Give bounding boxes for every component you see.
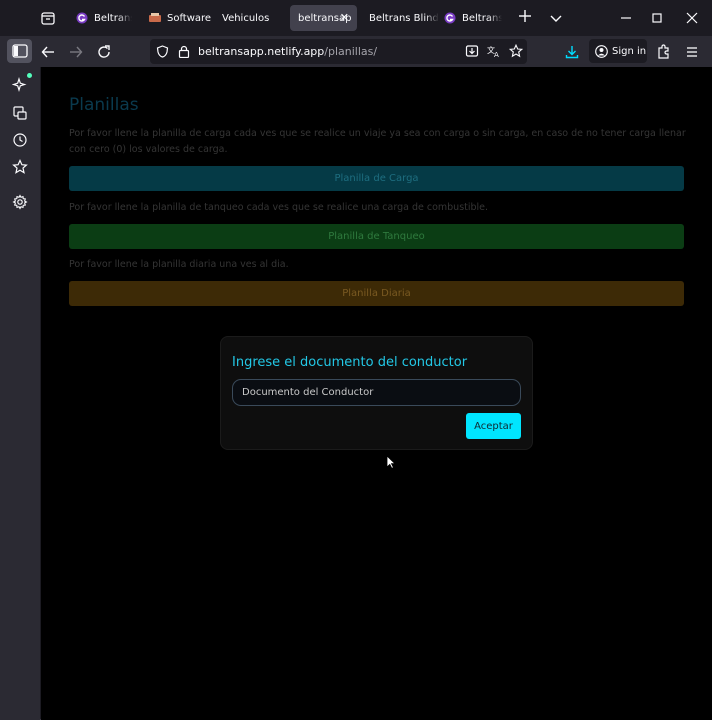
tab-label: Vehiculos	[222, 12, 270, 24]
tab-beltrans-blind[interactable]: Beltrans Blind	[361, 5, 439, 31]
arrow-right-icon	[70, 46, 83, 58]
sidebar-settings-button[interactable]	[11, 193, 29, 211]
account-icon	[595, 44, 608, 58]
chevron-down-icon	[550, 15, 562, 22]
site-favicon-icon	[444, 12, 456, 24]
extensions-button[interactable]	[653, 41, 675, 63]
shield-icon[interactable]	[156, 45, 169, 58]
arrow-left-icon	[41, 46, 54, 58]
tab-beltrans-2[interactable]: Beltrans E	[436, 5, 502, 31]
carga-description: Por favor llene la planilla de carga cad…	[69, 128, 686, 155]
reload-icon	[98, 45, 110, 58]
page-title: Planillas	[69, 95, 139, 115]
minimize-button[interactable]	[616, 8, 636, 28]
install-app-icon[interactable]	[465, 44, 479, 58]
page-content: Planillas Por favor llene la planilla de…	[41, 67, 712, 720]
tab-vehiculos[interactable]: Vehiculos	[214, 5, 284, 31]
site-favicon-icon	[76, 12, 88, 24]
diaria-description: Por favor llene la planilla diaria una v…	[69, 259, 289, 270]
conductor-document-dialog: Ingrese el documento del conductor Acept…	[220, 336, 533, 450]
tab-beltransapp-active[interactable]: beltransap ✕	[290, 5, 357, 31]
list-all-tabs-button[interactable]	[546, 8, 566, 28]
url-host: beltransapp.netlify.app	[198, 45, 325, 58]
lock-icon[interactable]	[178, 45, 190, 58]
close-window-button[interactable]	[682, 8, 702, 28]
maximize-icon	[652, 13, 662, 23]
notification-dot	[27, 73, 32, 78]
clock-icon	[13, 133, 27, 147]
dialog-title: Ingrese el documento del conductor	[232, 355, 468, 370]
tab-beltrans-1[interactable]: Beltrans E	[68, 5, 132, 31]
tab-label: Software	[167, 12, 211, 24]
tab-software[interactable]: Software	[141, 5, 211, 31]
maximize-button[interactable]	[647, 8, 667, 28]
tab-strip: Beltrans E Software Vehiculos beltransap…	[0, 0, 712, 36]
mouse-cursor-icon	[386, 455, 396, 469]
planilla-tanqueo-button[interactable]: Planilla de Tanqueo	[69, 224, 684, 249]
accept-button[interactable]: Aceptar	[466, 413, 521, 439]
ai-chatbot-button[interactable]	[11, 76, 29, 94]
devices-icon	[13, 106, 27, 120]
hamburger-menu-icon	[687, 47, 697, 57]
downloads-button[interactable]	[561, 41, 583, 63]
minimize-icon	[621, 17, 631, 19]
browser-sidebar	[0, 67, 40, 720]
plus-icon	[519, 10, 531, 22]
planilla-carga-button[interactable]: Planilla de Carga	[69, 166, 684, 191]
url-text[interactable]: beltransapp.netlify.app/planillas/	[198, 45, 377, 58]
puzzle-icon	[658, 44, 669, 59]
forward-button[interactable]	[65, 41, 87, 63]
sign-in-label: Sign in	[612, 45, 647, 57]
firefox-view-button[interactable]	[38, 8, 58, 28]
sparkle-icon	[12, 77, 27, 93]
translate-icon[interactable]: 文A	[487, 44, 501, 58]
planilla-diaria-button[interactable]: Planilla Diaria	[69, 281, 684, 306]
star-icon	[12, 159, 28, 174]
conductor-document-input[interactable]	[232, 379, 521, 406]
site-favicon-icon	[149, 13, 161, 22]
navigation-toolbar: beltransapp.netlify.app/planillas/ 文A Si…	[0, 36, 712, 67]
svg-text:A: A	[494, 51, 499, 58]
url-path: /planillas/	[324, 45, 378, 58]
tanqueo-description: Por favor llene la planilla de tanqueo c…	[69, 202, 489, 213]
reload-button[interactable]	[93, 41, 115, 63]
gear-icon	[12, 194, 28, 210]
new-tab-button[interactable]	[515, 8, 535, 28]
url-bar[interactable]: beltransapp.netlify.app/planillas/ 文A	[150, 39, 527, 64]
bookmark-star-icon[interactable]	[509, 44, 523, 58]
firefox-view-icon	[41, 12, 55, 25]
sidebar-toggle-button[interactable]	[7, 39, 32, 63]
synced-tabs-button[interactable]	[11, 104, 29, 122]
close-icon	[686, 12, 698, 24]
back-button[interactable]	[37, 41, 59, 63]
app-menu-button[interactable]	[681, 41, 703, 63]
close-tab-icon[interactable]: ✕	[340, 11, 349, 24]
sign-in-button[interactable]: Sign in	[589, 39, 647, 63]
bookmarks-button[interactable]	[11, 158, 29, 176]
sidebar-icon	[11, 44, 28, 58]
download-icon	[565, 46, 579, 59]
history-button[interactable]	[11, 131, 29, 149]
